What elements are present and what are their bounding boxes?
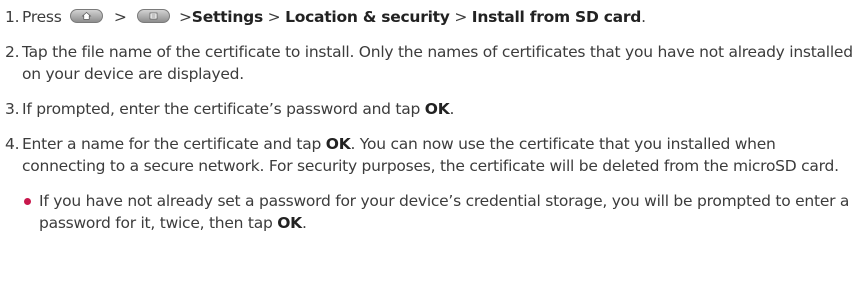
bullet-note: If you have not already set a password f… xyxy=(5,190,857,234)
menu-key-icon xyxy=(137,9,171,23)
separator: > xyxy=(113,8,127,26)
separator: > xyxy=(179,8,192,26)
home-key-icon xyxy=(70,9,104,23)
ok-label: OK xyxy=(424,100,450,118)
step-number: 3. xyxy=(5,100,20,118)
period: . xyxy=(641,8,646,26)
bullet-text-end: . xyxy=(301,214,307,232)
bullet-text: If you have not already set a password f… xyxy=(39,192,850,232)
step-4: 4. Enter a name for the certificate and … xyxy=(5,133,857,177)
step-text: Tap the file name of the certificate to … xyxy=(22,43,853,83)
step-3: 3. If prompted, enter the certificate’s … xyxy=(5,98,857,120)
ok-label: OK xyxy=(277,214,302,232)
settings-label: Settings xyxy=(191,8,263,26)
step-text: Press xyxy=(22,8,62,26)
install-from-sd-label: Install from SD card xyxy=(471,8,642,26)
separator: > xyxy=(454,8,468,26)
step-text-end: . xyxy=(449,100,455,118)
step-text: Enter a name for the certificate and tap xyxy=(22,135,326,153)
step-2: 2. Tap the file name of the certificate … xyxy=(5,41,857,85)
step-number: 4. xyxy=(5,135,20,153)
bullet-dot-icon xyxy=(24,198,31,205)
separator: > xyxy=(267,8,281,26)
step-text: If prompted, enter the certificate’s pas… xyxy=(22,100,425,118)
step-number: 2. xyxy=(5,43,20,61)
instructions: 1. Press > >Settings > Location & securi… xyxy=(5,6,857,234)
ok-label: OK xyxy=(325,135,351,153)
step-1: 1. Press > >Settings > Location & securi… xyxy=(5,6,857,28)
location-security-label: Location & security xyxy=(285,8,450,26)
step-number: 1. xyxy=(5,8,20,26)
